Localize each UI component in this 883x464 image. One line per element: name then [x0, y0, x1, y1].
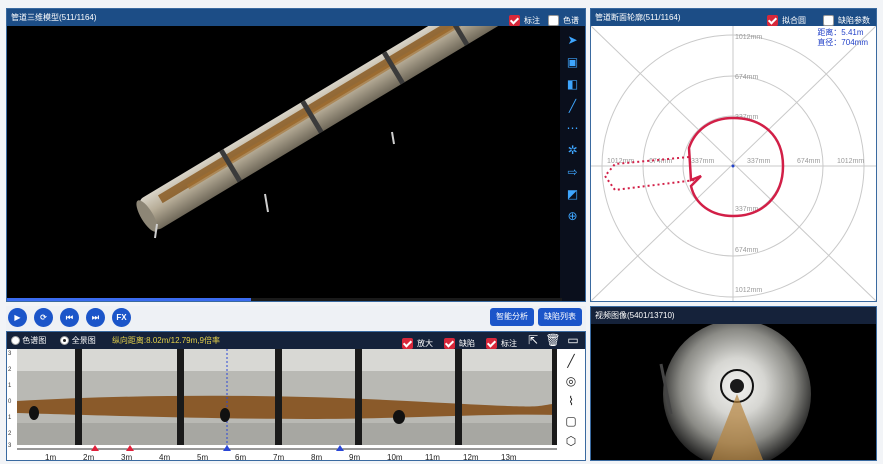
axis-tick-13m: 13m — [501, 453, 517, 461]
refresh-button[interactable]: ⟳ — [34, 308, 53, 327]
ring-label-right-337: 337mm — [747, 158, 771, 165]
defect-marker[interactable] — [91, 445, 99, 451]
polyline-tool-icon[interactable]: ⌇ — [563, 393, 579, 409]
cube-icon[interactable]: ▣ — [565, 54, 581, 70]
row-tick-6: 3 — [8, 443, 12, 449]
model-3d-viewport[interactable] — [7, 9, 562, 301]
axis-tick-1m: 1m — [45, 453, 56, 461]
annotation-marker[interactable] — [336, 445, 344, 451]
distance-readout: 距离：5.41m — [817, 28, 864, 37]
section-info-box: 距离：5.41m 直径：704mm — [817, 28, 868, 48]
playback-progress-fill — [7, 298, 252, 301]
model-3d-title: 管道三维模型(511/1164) — [11, 13, 97, 22]
section-profile-panel: 管道断面轮廓(511/1164) 拟合圆 缺陷参数 1012mm 674mm 3… — [590, 8, 877, 302]
section-title: 管道断面轮廓(511/1164) — [595, 13, 681, 22]
ring-label-bottom-1012: 1012mm — [735, 287, 762, 294]
row-tick-0: 3 — [8, 351, 12, 357]
unroll-annotate-checkbox[interactable] — [486, 338, 497, 349]
axis-tick-6m: 6m — [235, 453, 246, 461]
model-3d-panel: 管道三维模型(511/1164) 标注 色谱 ➤ ▣ ◧ ╱ ⋯ ✲ ⇨ ◩ ⊕ — [6, 8, 586, 302]
export-icon[interactable]: ⇱ — [525, 332, 541, 348]
polar-grid: 1012mm 674mm 337mm 337mm 674mm 1012mm 33… — [591, 25, 876, 301]
row-tick-5: 2 — [8, 431, 12, 437]
smart-analysis-button[interactable]: 智能分析 — [490, 308, 534, 326]
full-view-radio[interactable] — [60, 336, 70, 346]
axis-tick-8m: 8m — [311, 453, 322, 461]
axis-tick-9m: 9m — [349, 453, 360, 461]
cube-face-icon[interactable]: ◧ — [565, 76, 581, 92]
section-polar-plot: 1012mm 674mm 337mm 337mm 674mm 1012mm 33… — [591, 25, 876, 301]
play-button[interactable]: ▶ — [8, 308, 27, 327]
full-view-radio-label: 全景图 — [71, 336, 96, 345]
ring-label-top-674: 674mm — [735, 74, 759, 81]
unrolled-image-view[interactable]: 1m 2m 3m 4m 5m 6m 7m 8m 9m 10m 11m 12m 1… — [7, 349, 559, 461]
range-readout: 纵向距离:8.02m/12.79m,9倍率 — [111, 336, 220, 345]
zoom-icon[interactable]: ⊕ — [565, 208, 581, 224]
polygon-tool-icon[interactable]: ⬡ — [563, 433, 579, 449]
model-3d-toolbar: ➤ ▣ ◧ ╱ ⋯ ✲ ⇨ ◩ ⊕ — [560, 26, 585, 301]
model-3d-titlebar: 管道三维模型(511/1164) 标注 色谱 — [7, 9, 585, 26]
pipe-3d-render — [136, 9, 520, 239]
circle-tool-icon[interactable]: ◎ — [563, 373, 579, 389]
ring-label-left-1012: 1012mm — [607, 158, 634, 165]
line-icon[interactable]: ╱ — [565, 98, 581, 114]
colormap-radio[interactable] — [11, 336, 20, 346]
trash-icon[interactable]: 🗑 — [545, 332, 561, 348]
video-title: 视频图像(5401/13710) — [595, 311, 675, 320]
fx-button[interactable]: FX — [112, 308, 131, 327]
unrolled-toolbar: ╱ ◎ ⌇ ▢ ⬡ — [557, 349, 585, 460]
send-icon[interactable]: ➤ — [565, 32, 581, 48]
axis-tick-11m: 11m — [425, 453, 440, 461]
unrolled-titlebar: 色谱图 全景图 纵向距离:8.02m/12.79m,9倍率 放大 缺陷 标注 ⇱… — [7, 332, 585, 349]
row-tick-1: 2 — [8, 367, 12, 373]
colormap-checkbox[interactable] — [548, 15, 559, 26]
ring-label-bottom-674: 674mm — [735, 247, 759, 254]
fit-circle-checkbox[interactable] — [767, 15, 778, 26]
axis-tick-7m: 7m — [273, 453, 284, 461]
ring-label-right-674: 674mm — [797, 158, 821, 165]
line-tool-icon[interactable]: ╱ — [563, 353, 579, 369]
video-panel: 视频图像(5401/13710) — [590, 306, 877, 461]
defect-marker[interactable] — [126, 445, 134, 451]
axis-tick-3m: 3m — [121, 453, 132, 461]
video-frame[interactable] — [591, 320, 876, 460]
axis-tick-4m: 4m — [159, 453, 170, 461]
export-icon[interactable]: ⇨ — [565, 164, 581, 180]
ring-label-left-337: 337mm — [691, 158, 715, 165]
row-tick-4: 1 — [8, 415, 12, 421]
next-button[interactable]: ⏭ — [86, 308, 105, 327]
gear-icon[interactable]: ✲ — [565, 142, 581, 158]
axis-tick-12m: 12m — [463, 453, 479, 461]
position-marker[interactable] — [223, 445, 231, 451]
row-tick-3: 0 — [8, 399, 12, 405]
defect-checkbox[interactable] — [444, 338, 455, 349]
window-icon[interactable]: ▭ — [565, 332, 581, 348]
unrolled-pipe-image: 1m 2m 3m 4m 5m 6m 7m 8m 9m 10m 11m 12m 1… — [8, 349, 559, 461]
axis-tick-5m: 5m — [197, 453, 208, 461]
video-titlebar: 视频图像(5401/13710) — [591, 307, 876, 324]
previous-button[interactable]: ⏮ — [60, 308, 79, 327]
defect-params-checkbox[interactable] — [823, 15, 834, 26]
row-tick-2: 1 — [8, 383, 12, 389]
axis-tick-10m: 10m — [387, 453, 403, 461]
playback-progress-bar[interactable] — [7, 298, 562, 301]
screenshot-icon[interactable]: ◩ — [565, 186, 581, 202]
ring-label-top-1012: 1012mm — [735, 34, 762, 41]
rectangle-tool-icon[interactable]: ▢ — [563, 413, 579, 429]
pipe-video-frame — [659, 320, 811, 460]
unrolled-view-panel: 色谱图 全景图 纵向距离:8.02m/12.79m,9倍率 放大 缺陷 标注 ⇱… — [6, 331, 586, 461]
ring-label-right-1012: 1012mm — [837, 158, 864, 165]
annotate-checkbox[interactable] — [509, 15, 520, 26]
measure-icon[interactable]: ⋯ — [565, 120, 581, 136]
diameter-readout: 直径：704mm — [817, 38, 868, 47]
axis-tick-2m: 2m — [83, 453, 94, 461]
colormap-radio-label: 色谱图 — [22, 336, 47, 345]
section-profile-curve — [687, 116, 785, 218]
defect-list-button[interactable]: 缺陷列表 — [538, 308, 582, 326]
playback-controls-bar: ▶ ⟳ ⏮ ⏭ FX 智能分析 缺陷列表 — [6, 306, 586, 330]
section-center-point — [731, 164, 735, 168]
section-titlebar: 管道断面轮廓(511/1164) 拟合圆 缺陷参数 — [591, 9, 876, 26]
zoom-checkbox[interactable] — [402, 338, 413, 349]
